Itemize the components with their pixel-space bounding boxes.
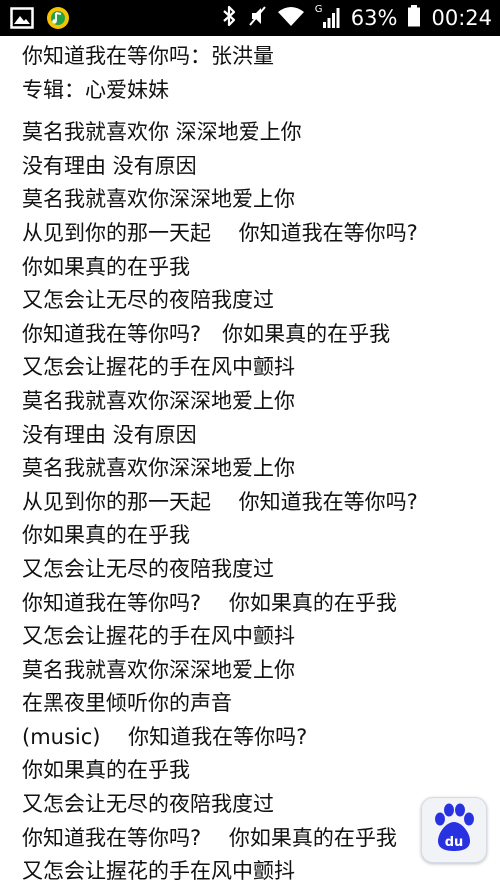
lyric-line: 又怎会让无尽的夜陪我度过 [22, 288, 274, 313]
status-bar-left [10, 6, 70, 34]
lyric-line: 没有理由 没有原因 [22, 422, 197, 447]
wifi-icon [277, 5, 305, 31]
music-app-icon [46, 6, 70, 34]
baidu-du-label: du [445, 835, 464, 850]
lyric-line: 莫名我就喜欢你深深地爱上你 [22, 187, 295, 212]
lyric-line: (music) 你知道我在等你吗? [22, 724, 308, 749]
baidu-floating-button[interactable]: du [421, 797, 487, 863]
battery-icon [407, 4, 421, 32]
lyric-line: 你知道我在等你吗? 你如果真的在乎我 [22, 590, 397, 615]
lyrics-list: 莫名我就喜欢你 深深地爱上你 没有理由 没有原因 莫名我就喜欢你深深地爱上你 从… [22, 116, 492, 889]
lyric-line: 没有理由 没有原因 [22, 153, 197, 178]
lyric-line: 你知道我在等你吗? 你如果真的在乎我 [22, 321, 391, 346]
lyric-line: 又怎会让无尽的夜陪我度过 [22, 556, 274, 581]
lyric-line: 莫名我就喜欢你深深地爱上你 [22, 657, 295, 682]
lyric-line: 你如果真的在乎我 [22, 523, 190, 548]
bluetooth-icon [221, 4, 237, 32]
lyric-line: 又怎会让握花的手在风中颤抖 [22, 355, 295, 380]
lyric-line: 你如果真的在乎我 [22, 254, 190, 279]
song-title-line: 你知道我在等你吗：张洪量 [22, 44, 274, 68]
lyric-line: 在黑夜里倾听你的声音 [22, 691, 232, 716]
gallery-icon [10, 7, 34, 33]
silent-icon [247, 4, 267, 32]
lyric-line: 又怎会让握花的手在风中颤抖 [22, 624, 295, 649]
lyric-line: 莫名我就喜欢你深深地爱上你 [22, 388, 295, 413]
status-bar: G 63% 00:24 [0, 0, 500, 36]
lyric-line: 你如果真的在乎我 [22, 758, 190, 783]
lyric-line: 又怎会让握花的手在风中颤抖 [22, 859, 295, 884]
lyrics-content: 你知道我在等你吗：张洪量 专辑：心爱妹妹 莫名我就喜欢你 深深地爱上你 没有理由… [22, 40, 492, 889]
signal-icon: G [315, 4, 341, 30]
clock: 00:24 [431, 6, 492, 30]
lyric-line: 莫名我就喜欢你 深深地爱上你 [22, 120, 302, 145]
baidu-paw-icon: du [430, 803, 478, 857]
lyric-line: 从见到你的那一天起 你知道我在等你吗? [22, 220, 418, 245]
lyric-line: 莫名我就喜欢你深深地爱上你 [22, 456, 295, 481]
album-line: 专辑：心爱妹妹 [22, 77, 169, 102]
battery-percent: 63% [350, 6, 398, 30]
status-bar-right: G 63% 00:24 [221, 0, 492, 36]
lyric-line: 从见到你的那一天起 你知道我在等你吗? [22, 489, 418, 514]
